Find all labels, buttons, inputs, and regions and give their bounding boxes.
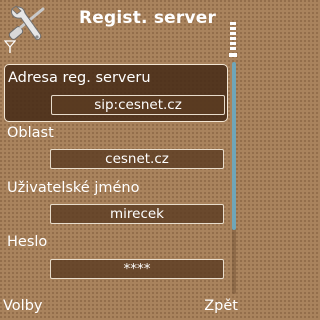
scrollbar[interactable] (232, 62, 236, 294)
field-label: Uživatelské jméno (7, 180, 140, 196)
wrench-screwdriver-icon (8, 5, 45, 40)
password-input[interactable]: **** (50, 259, 224, 279)
field-label: Heslo (7, 234, 48, 250)
field-realm[interactable]: Oblast cesnet.cz (4, 122, 228, 176)
registration-server-input[interactable]: sip:cesnet.cz (51, 95, 225, 115)
scrollbar-thumb[interactable] (232, 62, 236, 230)
title-bar: Regist. server (0, 0, 240, 58)
battery-bars-icon (229, 22, 237, 57)
softkey-bar: Volby Zpět (0, 294, 240, 320)
back-softkey[interactable]: Zpět (204, 298, 238, 314)
field-label: Adresa reg. serveru (8, 70, 151, 86)
field-registration-server[interactable]: Adresa reg. serveru sip:cesnet.cz (4, 64, 228, 122)
field-password[interactable]: Heslo **** (4, 230, 228, 286)
antenna-signal-icon (4, 40, 16, 53)
realm-input[interactable]: cesnet.cz (50, 149, 224, 169)
username-input[interactable]: mirecek (50, 204, 224, 224)
settings-list: Adresa reg. serveru sip:cesnet.cz Oblast… (0, 58, 240, 294)
page-title: Regist. server (79, 8, 217, 28)
field-label: Oblast (7, 125, 54, 141)
options-softkey[interactable]: Volby (3, 298, 42, 314)
field-username[interactable]: Uživatelské jméno mirecek (4, 176, 228, 230)
